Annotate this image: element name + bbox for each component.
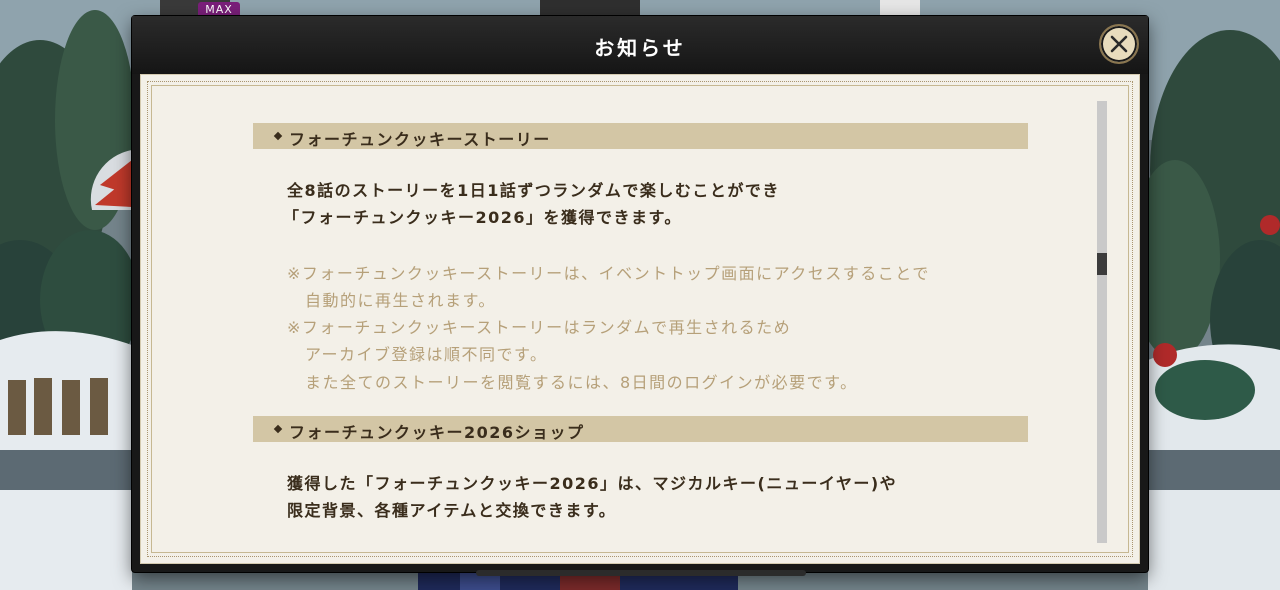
body-line: 獲得した「フォーチュンクッキー2026」は、マジカルキー(ニューイヤー)や	[287, 474, 898, 493]
close-icon	[1110, 35, 1128, 53]
modal-title: お知らせ	[594, 36, 686, 60]
note-line: 自動的に再生されます。	[305, 291, 496, 310]
diamond-bullet-icon	[273, 131, 283, 141]
scrollbar-thumb[interactable]	[1097, 253, 1107, 275]
close-button[interactable]	[1099, 24, 1139, 64]
note-line: また全てのストーリーを閲覧するには、8日間のログインが必要です。	[305, 373, 858, 392]
section-heading-fortune-shop: フォーチュンクッキー2026ショップ	[253, 416, 1028, 442]
section-heading-label: フォーチュンクッキー2026ショップ	[289, 423, 585, 442]
modal-content-panel[interactable]: フォーチュンクッキーストーリー 全8話のストーリーを1日1話ずつランダムで楽しむ…	[140, 74, 1140, 564]
note-line: アーカイブ登録は順不同です。	[305, 345, 548, 364]
note-line: ※フォーチュンクッキーストーリーは、イベントトップ画面にアクセスすることで	[287, 264, 930, 283]
announcement-modal: お知らせ フォーチュンクッキーストーリー 全8話のストーリーを1日1話ずつランダ…	[132, 16, 1148, 572]
scrollbar-track[interactable]	[1097, 101, 1107, 543]
bottom-drag-handle[interactable]	[476, 570, 806, 576]
body-line: 限定背景、各種アイテムと交換できます。	[287, 501, 617, 520]
body-line: 全8話のストーリーを1日1話ずつランダムで楽しむことができ	[287, 181, 780, 200]
modal-header: お知らせ	[132, 16, 1148, 74]
note-line: ※フォーチュンクッキーストーリーはランダムで再生されるため	[287, 318, 792, 337]
section-heading-fortune-story: フォーチュンクッキーストーリー	[253, 123, 1028, 149]
diamond-bullet-icon	[273, 424, 283, 434]
section-heading-label: フォーチュンクッキーストーリー	[289, 130, 551, 149]
body-line: 「フォーチュンクッキー2026」を獲得できます。	[283, 208, 682, 227]
